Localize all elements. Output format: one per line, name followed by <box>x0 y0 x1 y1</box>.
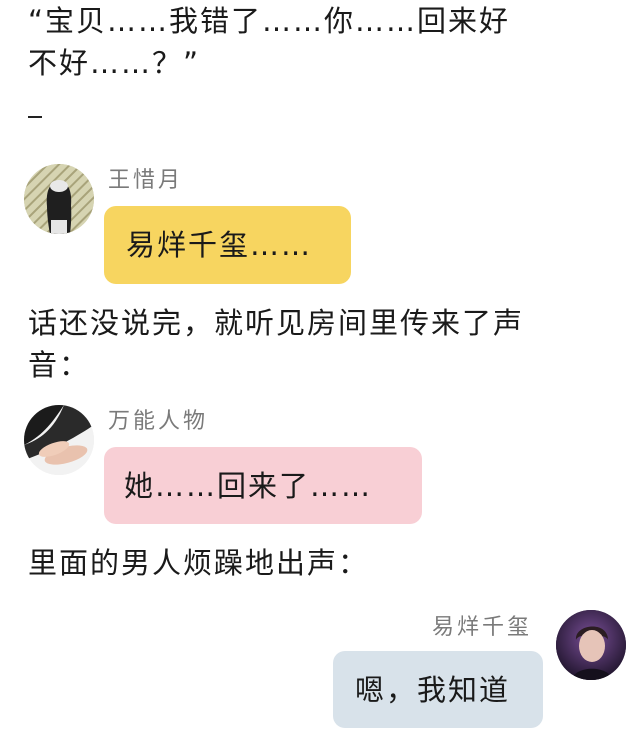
message-text: 易烊千玺…… <box>126 228 313 262</box>
story-paragraph-1-line-1: “宝贝……我错了……你……回来好 <box>28 4 511 38</box>
story-paragraph-2-line-2: 音： <box>28 348 91 382</box>
message-text: 嗯，我知道 <box>355 672 511 707</box>
message-bubble[interactable]: 易烊千玺…… <box>104 206 351 284</box>
avatar-yi-yangqianxi[interactable] <box>556 610 626 680</box>
message-bubble[interactable]: 嗯，我知道 <box>333 651 543 728</box>
story-paragraph-3: 里面的男人烦躁地出声： <box>28 542 618 584</box>
story-paragraph-2: 话还没说完，就听见房间里传来了声 音： <box>28 302 618 386</box>
message-text: 她……回来了…… <box>124 468 373 503</box>
avatar-boy-icon <box>556 610 626 680</box>
avatar-hands-icon <box>24 405 94 475</box>
sender-name: 王惜月 <box>108 168 184 193</box>
avatar-wanneng-renwu[interactable] <box>24 405 94 475</box>
divider-dash <box>28 116 42 118</box>
sender-name: 易烊千玺 <box>432 615 533 640</box>
story-paragraph-3-line-1: 里面的男人烦躁地出声： <box>28 546 370 580</box>
story-paragraph-1: “宝贝……我错了……你……回来好 不好……？” <box>28 0 618 84</box>
avatar-wang-xiyue[interactable] <box>24 164 94 234</box>
story-paragraph-1-line-2: 不好……？” <box>28 46 201 80</box>
message-bubble[interactable]: 她……回来了…… <box>104 447 422 524</box>
avatar-girl-icon <box>24 164 94 234</box>
story-paragraph-2-line-1: 话还没说完，就听见房间里传来了声 <box>28 306 525 340</box>
sender-name: 万能人物 <box>108 409 209 434</box>
